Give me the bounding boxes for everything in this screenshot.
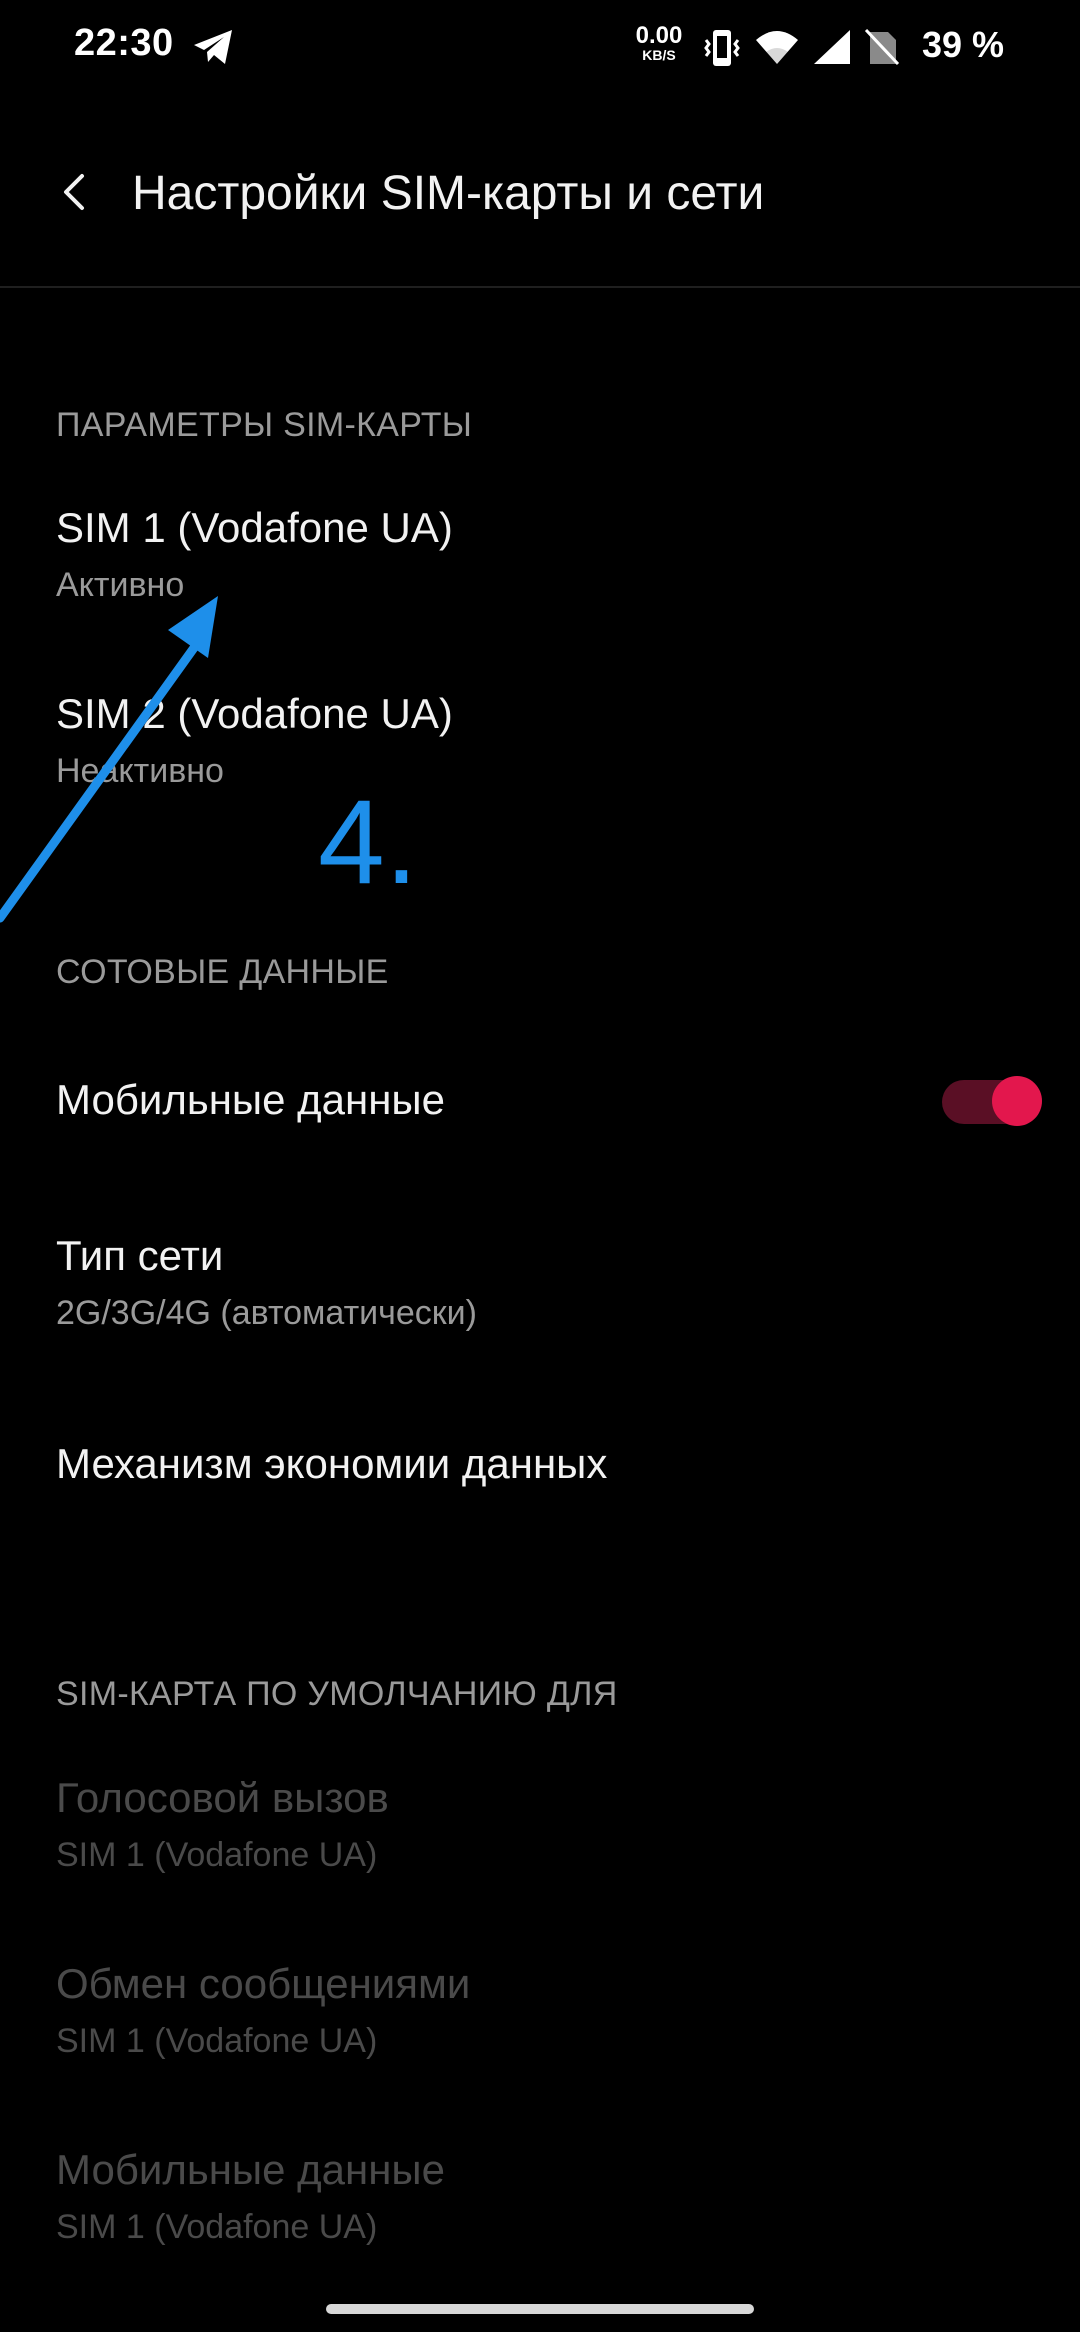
mobile-data-toggle[interactable]: [942, 1076, 1042, 1126]
default-messages-item: Обмен сообщениями SIM 1 (Vodafone UA): [0, 1942, 1080, 2092]
annotation-step-number: 4.: [318, 775, 419, 909]
sim2-status: Неактивно: [56, 752, 224, 790]
chevron-left-icon: [64, 174, 84, 210]
data-saver-title: Механизм экономии данных: [56, 1440, 608, 1487]
section-header-default-sim: SIM-КАРТА ПО УМОЛЧАНИЮ ДЛЯ: [56, 1675, 618, 1713]
back-button[interactable]: [48, 158, 98, 228]
home-indicator[interactable]: [326, 2304, 754, 2314]
network-type-summary: 2G/3G/4G (автоматически): [56, 1294, 477, 1332]
sim2-title: SIM 2 (Vodafone UA): [56, 690, 453, 737]
status-time: 22:30: [74, 22, 174, 64]
status-bar: 22:30 0.00 KB/S 39 %: [0, 0, 1080, 96]
signal-icon: [814, 30, 850, 64]
network-speed-unit: KB/S: [642, 47, 676, 63]
default-data-summary: SIM 1 (Vodafone UA): [56, 2208, 378, 2246]
toolbar: Настройки SIM-карты и сети: [0, 96, 1080, 288]
network-type-title: Тип сети: [56, 1232, 224, 1279]
default-voice-summary: SIM 1 (Vodafone UA): [56, 1836, 378, 1874]
default-data-title: Мобильные данные: [56, 2146, 445, 2193]
default-messages-summary: SIM 1 (Vodafone UA): [56, 2022, 378, 2060]
network-speed-indicator: 0.00 KB/S: [634, 22, 684, 63]
sim2-item[interactable]: SIM 2 (Vodafone UA) Неактивно: [0, 672, 1080, 822]
mobile-data-item[interactable]: Мобильные данные: [0, 1040, 1080, 1170]
page-title: Настройки SIM-карты и сети: [132, 167, 765, 220]
vibrate-icon: [704, 30, 740, 66]
network-type-item[interactable]: Тип сети 2G/3G/4G (автоматически): [0, 1218, 1080, 1368]
network-speed-value: 0.00: [635, 22, 683, 49]
data-saver-item[interactable]: Механизм экономии данных: [0, 1422, 1080, 1552]
section-header-cellular: СОТОВЫЕ ДАННЫЕ: [56, 953, 389, 991]
wifi-icon: [756, 31, 798, 64]
toggle-thumb: [992, 1076, 1042, 1126]
default-messages-title: Обмен сообщениями: [56, 1960, 471, 2007]
mobile-data-title: Мобильные данные: [56, 1076, 445, 1123]
default-data-item: Мобильные данные SIM 1 (Vodafone UA): [0, 2128, 1080, 2278]
sim1-title: SIM 1 (Vodafone UA): [56, 504, 453, 551]
default-voice-item: Голосовой вызов SIM 1 (Vodafone UA): [0, 1756, 1080, 1906]
section-header-sim-params: ПАРАМЕТРЫ SIM-КАРТЫ: [56, 406, 473, 444]
default-voice-title: Голосовой вызов: [56, 1774, 389, 1821]
sim1-status: Активно: [56, 566, 185, 604]
sim1-item[interactable]: SIM 1 (Vodafone UA) Активно: [0, 486, 1080, 636]
no-sim-icon: [864, 28, 900, 66]
telegram-icon: [194, 30, 232, 64]
battery-percentage: 39 %: [922, 24, 1005, 65]
